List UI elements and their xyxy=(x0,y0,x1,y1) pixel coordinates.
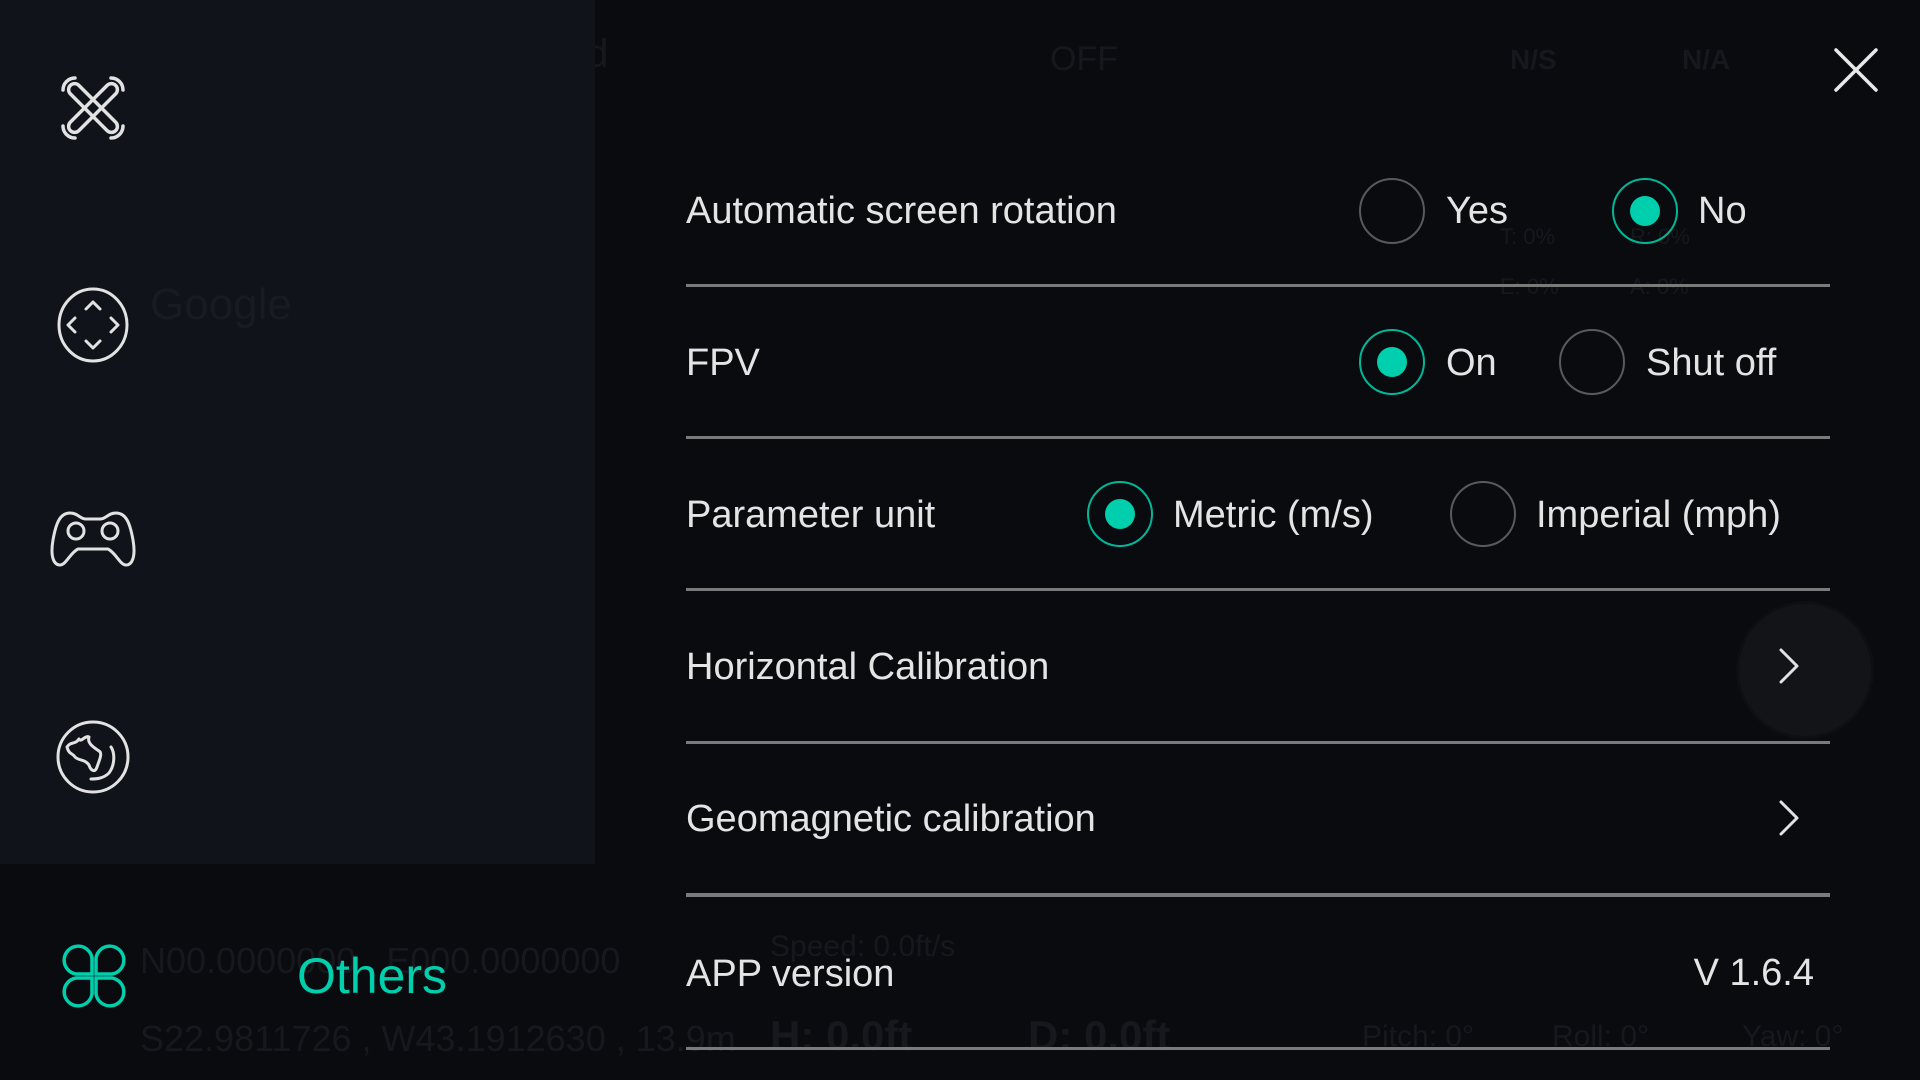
drone-icon xyxy=(61,76,125,140)
screen-rotation-label: Automatic screen rotation xyxy=(686,190,1117,232)
direction-pad-icon xyxy=(57,287,129,363)
rotation-yes-radio[interactable] xyxy=(1359,178,1425,244)
map-logo-ghost: Google xyxy=(150,280,292,329)
unit-imperial-radio[interactable] xyxy=(1450,481,1516,547)
map-button-ghost xyxy=(1736,601,1874,739)
unit-metric-radio[interactable] xyxy=(1087,481,1153,547)
chevron-right-icon[interactable] xyxy=(1773,796,1803,840)
chevron-right-icon[interactable] xyxy=(1773,644,1803,688)
sidebar-item-others[interactable] xyxy=(58,940,130,1012)
e-ghost: E: 0% xyxy=(1500,274,1559,300)
motor-state-ghost: OFF xyxy=(1050,40,1118,78)
geomagnetic-calibration-label[interactable]: Geomagnetic calibration xyxy=(686,797,1096,841)
sidebar-active-label[interactable]: Others xyxy=(297,946,447,1006)
four-petal-icon xyxy=(62,944,126,1008)
battery-status-ghost: N/A xyxy=(1682,44,1731,75)
rotation-no-radio[interactable] xyxy=(1612,178,1678,244)
app-version-value: V 1.6.4 xyxy=(1693,952,1814,994)
divider xyxy=(686,1047,1830,1050)
fpv-label: FPV xyxy=(686,342,760,384)
divider xyxy=(686,741,1830,744)
divider xyxy=(686,436,1830,439)
height-ghost: H: 0.0ft xyxy=(770,1012,913,1059)
close-button[interactable] xyxy=(1830,44,1882,96)
rotation-yes-label[interactable]: Yes xyxy=(1446,189,1508,233)
unit-metric-label[interactable]: Metric (m/s) xyxy=(1173,493,1374,537)
gamepad-icon xyxy=(50,511,136,567)
close-icon xyxy=(1834,48,1878,92)
sidebar-item-aircraft[interactable] xyxy=(53,68,133,148)
fpv-on-label[interactable]: On xyxy=(1446,341,1497,385)
t-ghost: T: 0% xyxy=(1500,224,1556,249)
rotation-no-label[interactable]: No xyxy=(1698,189,1747,233)
sidebar-item-map[interactable] xyxy=(53,717,133,797)
divider xyxy=(686,893,1830,897)
app-version-label: APP version xyxy=(686,953,895,995)
a-ghost: A: 0% xyxy=(1630,274,1689,300)
sidebar-item-control[interactable] xyxy=(53,285,133,365)
horizontal-calibration-label[interactable]: Horizontal Calibration xyxy=(686,645,1049,689)
fpv-shut-off-label[interactable]: Shut off xyxy=(1646,341,1776,385)
coords-2-ghost: S22.9811726 , W43.1912630 , 13.9m xyxy=(140,1018,736,1059)
fpv-shut-off-radio[interactable] xyxy=(1559,329,1625,395)
sidebar-item-remote-controller[interactable] xyxy=(48,495,138,575)
parameter-unit-label: Parameter unit xyxy=(686,494,936,536)
globe-icon xyxy=(56,720,130,794)
distance-ghost: D: 0.0ft xyxy=(1028,1012,1171,1059)
unit-imperial-label[interactable]: Imperial (mph) xyxy=(1536,493,1781,537)
fpv-on-radio[interactable] xyxy=(1359,329,1425,395)
gps-status-ghost: N/S xyxy=(1510,44,1557,75)
divider xyxy=(686,284,1830,287)
divider xyxy=(686,588,1830,591)
